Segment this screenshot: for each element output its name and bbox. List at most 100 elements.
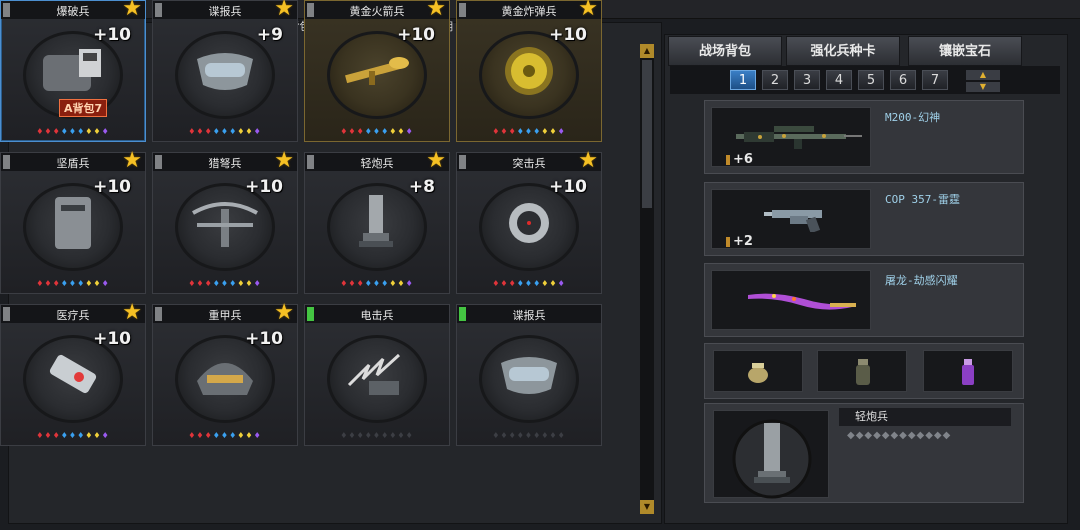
soldier-card[interactable]: 黄金炸弹兵 ★ +10 ♦♦♦♦♦♦♦♦♦ [456,0,602,142]
equipped-card-gems: ◆◆◆◆◆◆◆◆◆◆◆◆ [847,430,952,441]
smoke-grenade-icon [856,359,870,385]
star-icon: ★ [426,0,446,21]
ammo-count: +2 [726,234,753,249]
page-button-5[interactable]: 5 [858,70,884,90]
page-button-1[interactable]: 1 [730,70,756,90]
tab-inlay-gem[interactable]: 镶嵌宝石 [908,36,1022,66]
gem-icon: ♦ [44,279,53,288]
soldier-card[interactable]: 医疗兵 ★ +10 ♦♦♦♦♦♦♦♦♦ [0,302,146,446]
purple-grenade-icon [962,359,974,385]
gem-icon: ♦ [405,279,414,288]
gem-icon: ♦ [245,279,254,288]
card-level: +10 [397,25,435,45]
soldier-card[interactable]: 重甲兵 ★ +10 ♦♦♦♦♦♦♦♦♦ [152,302,298,446]
card-level: +10 [93,177,131,197]
gem-icon: ♦ [557,279,566,288]
page-down-arrow-icon[interactable]: ▼ [966,82,1000,92]
grenade-slot-3[interactable] [923,350,1013,392]
gem-icon: ♦ [44,127,53,136]
gem-icon: ♦ [516,279,525,288]
gem-icon: ♦ [101,127,110,136]
tab-battle-backpack[interactable]: 战场背包 [668,36,782,66]
weapon-count: +6 [733,152,753,167]
gem-icon: ♦ [356,279,365,288]
soldier-card[interactable]: 突击兵 ★ +10 ♦♦♦♦♦♦♦♦♦ [456,150,602,294]
page-button-3[interactable]: 3 [794,70,820,90]
secondary-weapon-slot[interactable]: +2 COP 357-雷霆 [704,182,1024,256]
soldier-card[interactable]: 谍报兵 ♦♦♦♦♦♦♦♦♦ [456,304,602,446]
gem-icon: ♦ [204,279,213,288]
weapon-image-box [711,270,871,330]
card-header: 电击兵 [305,305,449,323]
star-icon: ★ [122,148,142,173]
star-icon: ★ [274,0,294,21]
gem-row: ♦♦♦♦♦♦♦♦♦ [153,279,297,288]
soldier-card[interactable]: 爆破兵 ★ +10 A背包7 ♦♦♦♦♦♦♦♦♦ [0,0,146,142]
grenade-slot-1[interactable] [713,350,803,392]
gem-icon: ♦ [245,431,254,440]
shield-art [55,197,91,249]
gem-icon: ♦ [93,127,102,136]
soldier-card[interactable]: 轻炮兵 ★ +8 ♦♦♦♦♦♦♦♦♦ [304,150,450,294]
star-icon: ★ [122,0,142,21]
card-level: +10 [245,329,283,349]
backpack-bomb-art [43,49,101,91]
primary-weapon-slot[interactable]: +6 M200-幻神 [704,100,1024,174]
gem-row: ♦♦♦♦♦♦♦♦♦ [457,127,601,136]
star-icon: ★ [578,0,598,21]
gem-icon: ♦ [356,127,365,136]
gem-icon: ♦ [68,279,78,288]
card-level: +9 [256,25,283,45]
gem-icon: ♦ [101,279,110,288]
soldier-card[interactable]: 坚盾兵 ★ +10 ♦♦♦♦♦♦♦♦♦ [0,148,146,294]
card-level: +8 [408,177,435,197]
bullet-icon [726,236,730,247]
gem-icon: ♦ [500,279,509,288]
grenade-slot-2[interactable] [817,350,907,392]
gem-icon: ♦ [524,431,534,440]
page-button-2[interactable]: 2 [762,70,788,90]
soldier-card[interactable]: 黄金火箭兵 ★ +10 ♦♦♦♦♦♦♦♦♦ [304,0,450,142]
gem-icon: ♦ [508,431,517,440]
dragon-blade-icon [748,293,856,310]
page-up-arrow-icon[interactable]: ▲ [966,70,1000,80]
card-header: 坚盾兵 ★ [1,148,145,173]
gem-row: ♦♦♦♦♦♦♦♦♦ [1,431,145,440]
soldier-card[interactable]: 电击兵 ♦♦♦♦♦♦♦♦♦ [304,304,450,446]
card-header: 猎弩兵 ★ [153,148,297,173]
card-header: 突击兵 ★ [457,150,601,172]
gem-icon: ♦ [220,279,230,288]
page-button-6[interactable]: 6 [890,70,916,90]
melee-weapon-slot[interactable]: 屠龙-劫感闪耀 [704,263,1024,337]
card-header: 黄金炸弹兵 ★ [457,0,601,21]
gem-icon: ♦ [516,431,525,440]
gem-icon: ♦ [397,279,406,288]
gem-icon: ♦ [348,431,357,440]
inventory-scrollbar[interactable]: ▲ ▼ [640,44,654,514]
gem-icon: ♦ [60,431,69,440]
gem-row: ♦♦♦♦♦♦♦♦♦ [457,279,601,288]
card-level: +10 [549,177,587,197]
gem-row: ♦♦♦♦♦♦♦♦♦ [305,431,449,440]
gem-row: ♦♦♦♦♦♦♦♦♦ [305,279,449,288]
gem-icon: ♦ [549,127,558,136]
star-icon: ★ [274,148,294,173]
gem-icon: ♦ [524,279,534,288]
soldier-card[interactable]: 猎弩兵 ★ +10 ♦♦♦♦♦♦♦♦♦ [152,148,298,294]
soldier-card[interactable]: 谍报兵 ★ +9 ♦♦♦♦♦♦♦♦♦ [152,0,298,142]
equipped-card-slot[interactable]: 轻炮兵 ◆◆◆◆◆◆◆◆◆◆◆◆ [704,403,1024,503]
gem-icon: ♦ [68,431,78,440]
revolver-icon [764,210,822,232]
gem-icon: ♦ [516,127,525,136]
gem-icon: ♦ [397,127,406,136]
gem-row: ♦♦♦♦♦♦♦♦♦ [1,279,145,288]
gem-row: ♦♦♦♦♦♦♦♦♦ [153,431,297,440]
page-button-7[interactable]: 7 [922,70,948,90]
scroll-thumb[interactable] [642,60,652,208]
scroll-down-button[interactable]: ▼ [640,500,654,514]
page-button-4[interactable]: 4 [826,70,852,90]
scroll-up-button[interactable]: ▲ [640,44,654,58]
gem-icon: ♦ [549,279,558,288]
gem-icon: ♦ [245,127,254,136]
tab-upgrade-card[interactable]: 强化兵种卡 [786,36,900,66]
